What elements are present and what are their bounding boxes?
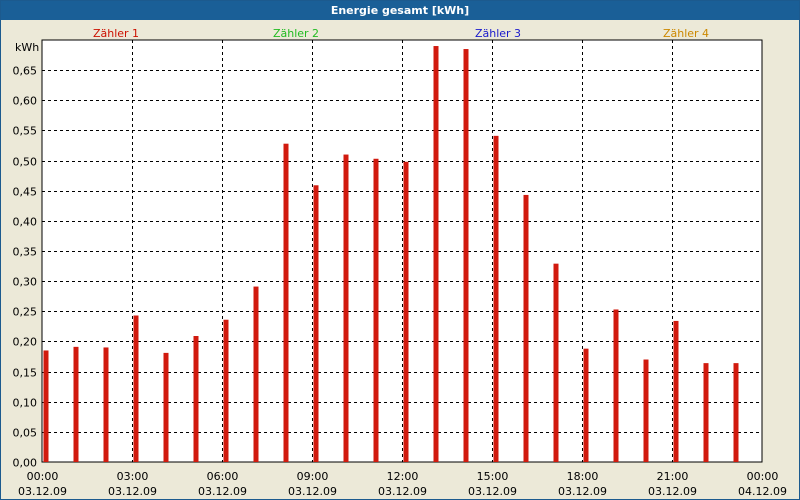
bar [463, 49, 469, 463]
legend-item: Zähler 1 [93, 27, 139, 40]
bar [73, 346, 79, 462]
bar [493, 135, 499, 462]
y-tick-label: 0,60 [13, 95, 38, 108]
y-axis-label: kWh [15, 41, 39, 54]
y-tick-label: 0,15 [13, 367, 38, 380]
x-tick-date: 03.12.09 [288, 485, 337, 498]
bar [343, 154, 349, 463]
y-axis: 0,00 0,05 0,10 0,15 0,20 0,25 0,30 0,35 0,40 0,45… [13, 65, 38, 470]
x-tick-time: 18:00 [567, 470, 599, 483]
x-tick-date: 03.12.09 [648, 485, 697, 498]
bar [553, 263, 559, 462]
legend-item: Zähler 4 [663, 27, 709, 40]
bar [373, 158, 379, 462]
bar [583, 348, 589, 462]
y-tick-label: 0,55 [13, 125, 38, 138]
bar [613, 309, 619, 462]
legend: Zähler 1 Zähler 2 Zähler 3 Zähler 4 [93, 27, 709, 40]
bar [313, 185, 319, 462]
bar [643, 359, 649, 462]
y-tick-label: 0,40 [13, 216, 38, 229]
y-tick-label: 0,45 [13, 186, 38, 199]
x-tick-time: 15:00 [477, 470, 509, 483]
bar [163, 352, 169, 462]
bar [523, 194, 529, 463]
x-tick-time: 21:00 [657, 470, 689, 483]
x-tick-date: 03.12.09 [108, 485, 157, 498]
x-tick-time: 00:00 [27, 470, 59, 483]
bar [193, 336, 199, 462]
energy-chart: 0,00 0,05 0,10 0,15 0,20 0,25 0,30 0,35 0,40 0,45… [13, 27, 787, 498]
y-tick-label: 0,65 [13, 65, 38, 78]
bar [253, 286, 259, 462]
chart-window: Energie gesamt [kWh] 0,00 0,05 0,10 0,15 0,2… [0, 0, 800, 500]
x-tick-time: 00:00 [747, 470, 779, 483]
y-tick-label: 0,00 [13, 457, 38, 470]
y-tick-label: 0,50 [13, 156, 38, 169]
bar [673, 320, 679, 462]
bar [283, 143, 289, 463]
x-axis: 00:00 03.12.09 03:00 03.12.09 06:00 03.12.09 0… [18, 470, 787, 498]
bar [433, 46, 439, 463]
y-tick-label: 0,05 [13, 427, 38, 440]
legend-item: Zähler 3 [475, 27, 521, 40]
y-tick-label: 0,25 [13, 306, 38, 319]
x-tick-time: 12:00 [387, 470, 419, 483]
bar [133, 315, 139, 462]
x-tick-date: 03.12.09 [18, 485, 67, 498]
x-tick-date: 03.12.09 [378, 485, 427, 498]
bar [733, 363, 739, 462]
bar [703, 363, 709, 462]
y-tick-label: 0,10 [13, 397, 38, 410]
bar [403, 161, 409, 462]
bar [223, 319, 229, 462]
bar [43, 350, 49, 462]
x-tick-time: 09:00 [297, 470, 329, 483]
x-tick-date: 03.12.09 [468, 485, 517, 498]
x-tick-date: 03.12.09 [198, 485, 247, 498]
x-tick-date: 04.12.09 [738, 485, 787, 498]
y-tick-label: 0,35 [13, 246, 38, 259]
y-tick-label: 0,30 [13, 276, 38, 289]
legend-item: Zähler 2 [273, 27, 319, 40]
bar [103, 347, 109, 462]
y-tick-label: 0,20 [13, 336, 38, 349]
x-tick-time: 03:00 [117, 470, 149, 483]
x-tick-time: 06:00 [207, 470, 239, 483]
x-tick-date: 03.12.09 [558, 485, 607, 498]
